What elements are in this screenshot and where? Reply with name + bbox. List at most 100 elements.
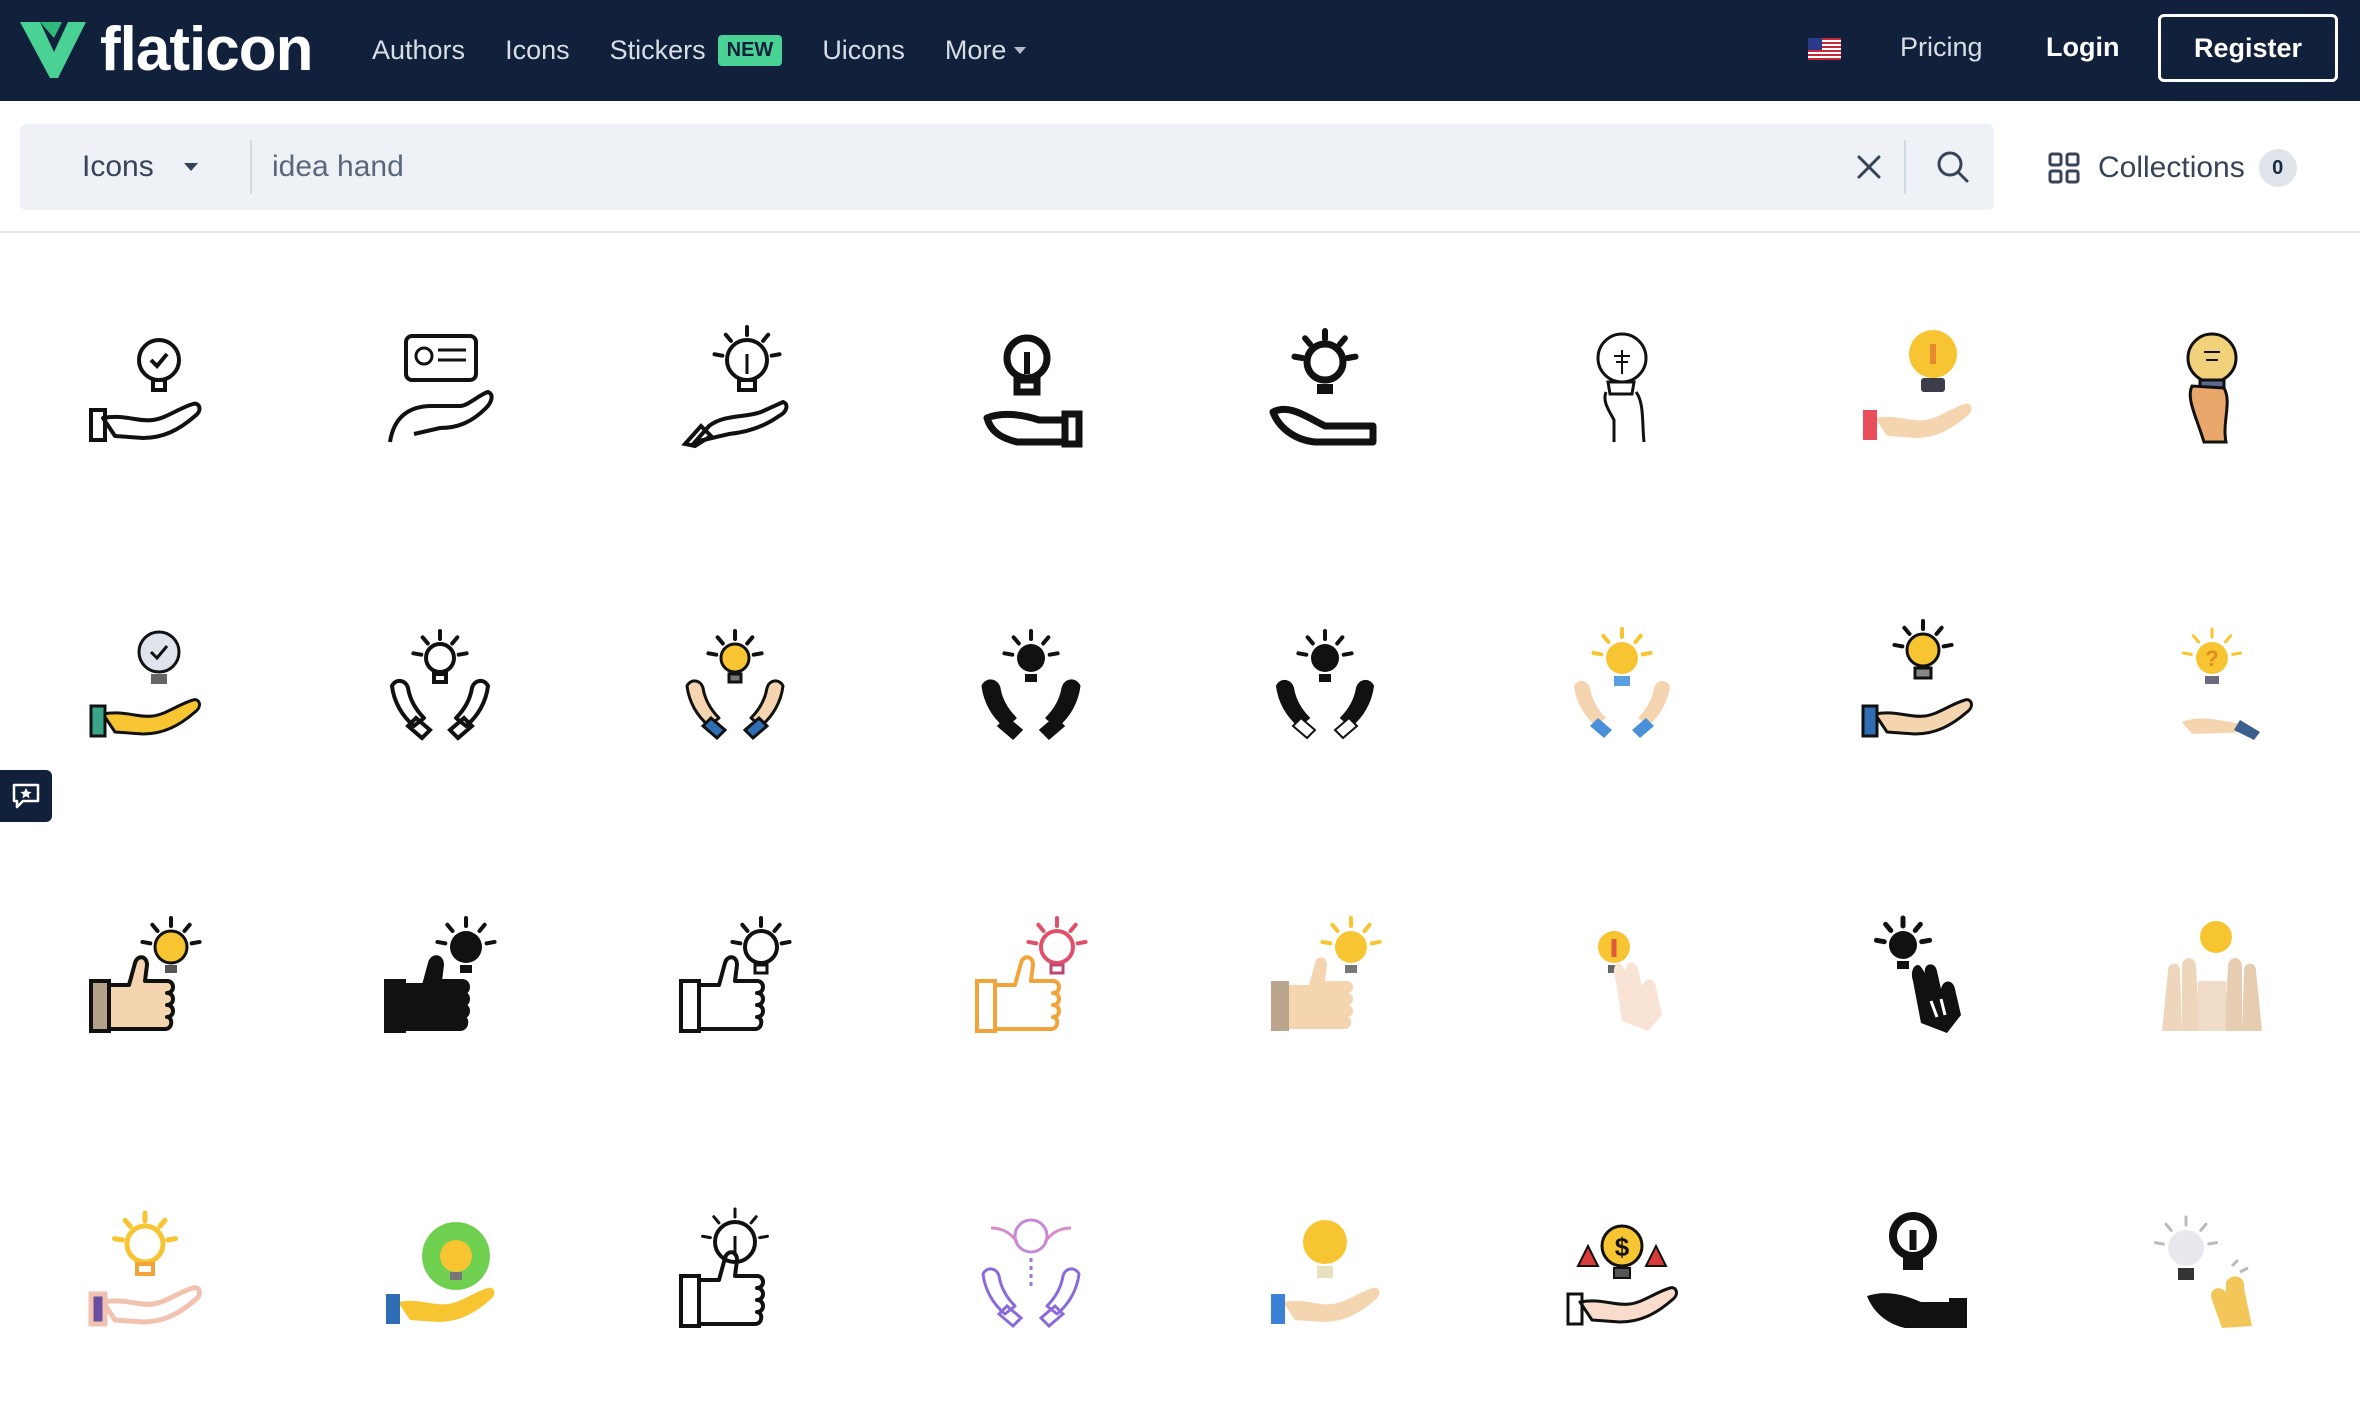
collections-label: Collections (2098, 151, 2245, 184)
nav-stickers[interactable]: Stickers NEW (610, 35, 783, 66)
icon-result-card[interactable] (1842, 317, 1992, 467)
register-button[interactable]: Register (2158, 14, 2338, 82)
icon-result-card[interactable] (365, 906, 515, 1056)
feedback-button[interactable] (0, 770, 52, 822)
icon-result-card[interactable] (660, 1201, 810, 1351)
peace-hand-bulb-flat-icon (1598, 931, 1662, 1031)
icon-result-card[interactable] (1842, 1201, 1992, 1351)
icon-result-card[interactable] (956, 906, 1106, 1056)
search-bar: Icons (20, 124, 1994, 210)
nav-stickers-label: Stickers (609, 35, 706, 65)
two-palms-bulb-flat-icon (2162, 921, 2262, 1031)
collections-count-badge: 0 (2258, 149, 2297, 187)
icon-result-card[interactable] (1547, 613, 1697, 763)
hand-bulb-color-red-cuff-icon (1863, 330, 1972, 440)
icon-result-card[interactable] (1250, 906, 1400, 1056)
two-hands-bulb-solid-icon (981, 629, 1081, 741)
hand-bulb-rays-color-icon (1861, 619, 1973, 738)
svg-text:$: $ (1615, 1232, 1630, 1262)
nav-authors[interactable]: Authors (372, 35, 465, 66)
two-hands-bulb-outline-icon (390, 629, 490, 741)
resource-type-label: Icons (82, 150, 154, 183)
crossed-fingers-bulb-icon (2153, 1215, 2252, 1328)
caret-down-icon (183, 163, 198, 171)
feedback-star-icon (12, 783, 40, 809)
hand-holding-bulb-sketch-icon (1596, 332, 1648, 443)
hand-bulb-pencil-outline-icon (681, 325, 789, 449)
flaticon-logo-icon (20, 22, 86, 78)
icon-result-card[interactable]: $ (1547, 1201, 1697, 1351)
icon-result-card[interactable] (365, 1201, 515, 1351)
search-button[interactable] (1928, 142, 1978, 192)
chevron-down-icon (1014, 47, 1027, 54)
icon-result-card[interactable] (660, 906, 810, 1056)
hand-bulb-purple-outline-icon (88, 1210, 202, 1327)
search-input[interactable] (272, 142, 1822, 192)
resource-type-dropdown[interactable]: Icons (20, 124, 250, 210)
icon-result-card[interactable] (365, 317, 515, 467)
icon-result-card[interactable] (1250, 317, 1400, 467)
pricing-link[interactable]: Pricing (1900, 32, 1983, 63)
grid-icon (2048, 152, 2080, 184)
hand-bulb-bold-outline-icon (983, 334, 1083, 448)
hands-bulb-wings-gradient-icon (981, 1218, 1081, 1329)
nav-more[interactable]: More (945, 35, 1027, 66)
thumbs-up-bulb-color-icon (89, 916, 202, 1033)
hand-bulb-green-circle-icon (386, 1222, 495, 1324)
thumbs-up-bulb-flat-icon (1271, 916, 1382, 1031)
hand-holding-bulb-color-icon (2186, 332, 2238, 444)
two-hands-bulb-flat-icon (1574, 627, 1670, 738)
icon-result-card[interactable] (2137, 1201, 2287, 1351)
close-icon (1857, 155, 1881, 179)
hand-bulb-check-color-icon (89, 630, 201, 738)
top-navigation-bar: flaticon Authors Icons Stickers NEW Uico… (0, 0, 2360, 101)
search-divider-2 (1904, 140, 1906, 194)
search-icon (1937, 151, 1969, 183)
two-hands-bulb-solid-alt-icon (1276, 629, 1374, 740)
two-hands-bulb-color-icon (685, 629, 785, 741)
login-link[interactable]: Login (2046, 32, 2119, 63)
icon-result-card[interactable] (956, 613, 1106, 763)
icon-result-card[interactable] (365, 613, 515, 763)
flaticon-logo[interactable]: flaticon (18, 15, 313, 84)
thumbs-up-bulb-solid-icon (384, 916, 497, 1033)
icon-result-card[interactable] (956, 1201, 1106, 1351)
icon-result-card[interactable] (70, 906, 220, 1056)
icon-result-card[interactable] (1250, 1201, 1400, 1351)
nav-icons[interactable]: Icons (505, 35, 570, 66)
search-divider (250, 140, 252, 194)
hand-bulb-yellow-flat-icon (1271, 1220, 1380, 1324)
us-flag-icon[interactable] (1808, 38, 1841, 60)
icon-result-card[interactable] (70, 317, 220, 467)
icon-result-card[interactable] (660, 613, 810, 763)
hand-bulb-dollar-arrows-icon: $ (1566, 1224, 1678, 1326)
peace-hand-bulb-solid-icon (1873, 915, 1961, 1033)
icon-result-card[interactable] (1547, 317, 1697, 467)
hand-chat-idea-outline-icon (388, 334, 494, 443)
icon-result-card[interactable] (1547, 906, 1697, 1056)
icon-result-card[interactable] (2137, 317, 2287, 467)
icon-result-card[interactable] (1842, 613, 1992, 763)
hand-bulb-check-outline-icon (89, 338, 202, 442)
header-divider (0, 231, 2360, 233)
icon-result-card[interactable] (1250, 613, 1400, 763)
nav-more-label: More (944, 35, 1007, 65)
icon-result-card[interactable] (70, 1201, 220, 1351)
thumbs-up-bulb-gradient-icon (975, 916, 1088, 1033)
icon-result-card[interactable] (660, 317, 810, 467)
collections-button[interactable]: Collections 0 (2048, 144, 2297, 192)
icon-result-card[interactable] (70, 613, 220, 763)
clear-search-button[interactable] (1846, 144, 1892, 190)
icon-result-card[interactable] (1842, 906, 1992, 1056)
main-nav: Authors Icons Stickers NEW Uicons More (372, 0, 1066, 101)
icon-result-card[interactable]: ? (2137, 613, 2287, 763)
icon-result-card[interactable] (2137, 906, 2287, 1056)
new-badge: NEW (717, 35, 783, 66)
fist-bulb-rays-outline-icon (679, 1207, 769, 1328)
hand-bulb-question-flat-icon: ? (2181, 627, 2260, 740)
svg-text:?: ? (2205, 646, 2218, 671)
hand-bulb-solid-black-icon (1867, 1212, 1967, 1328)
thumbs-up-bulb-outline-icon (679, 916, 792, 1033)
nav-uicons[interactable]: Uicons (822, 35, 905, 66)
icon-result-card[interactable] (956, 317, 1106, 467)
